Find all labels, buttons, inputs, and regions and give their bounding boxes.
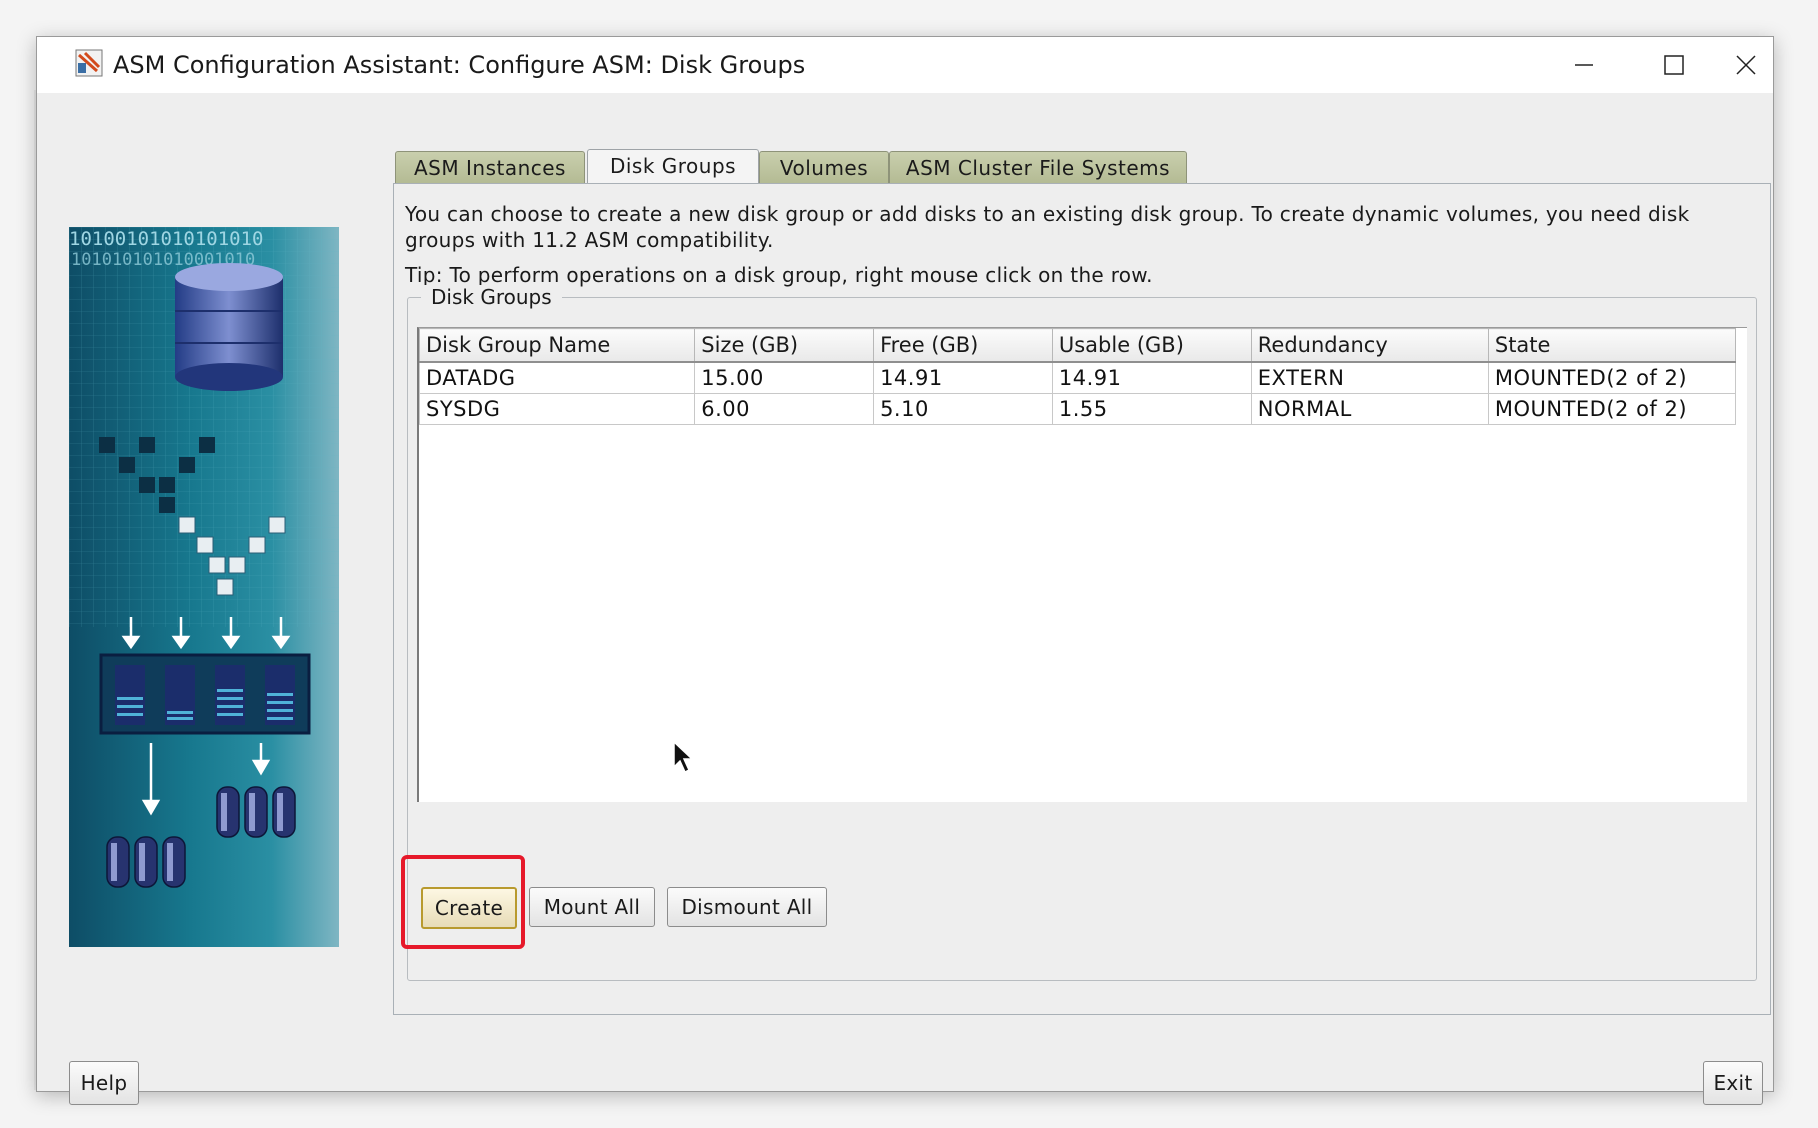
close-icon [1736, 55, 1756, 75]
cell-free: 14.91 [873, 361, 1053, 394]
column-header-size[interactable]: Size (GB) [694, 328, 875, 363]
column-header-state[interactable]: State [1487, 328, 1737, 363]
dismount-all-button[interactable]: Dismount All [667, 887, 827, 927]
cell-redundancy: NORMAL [1250, 393, 1489, 425]
highlight-annotation [401, 855, 525, 949]
disk-groups-table: Disk Group Name Size (GB) Free (GB) Usab… [418, 328, 1737, 425]
cell-size: 15.00 [694, 361, 875, 394]
groupbox-title: Disk Groups [421, 285, 562, 309]
storage-graphic: 10100101010101010 101010101010001010 [69, 227, 339, 888]
cell-free: 5.10 [873, 393, 1053, 425]
help-button[interactable]: Help [69, 1061, 139, 1105]
cell-usable: 1.55 [1051, 393, 1252, 425]
cell-size: 6.00 [694, 393, 875, 425]
cell-disk-group-name: SYSDG [418, 393, 696, 425]
exit-button[interactable]: Exit [1703, 1061, 1763, 1105]
tab-volumes[interactable]: Volumes [759, 151, 889, 184]
disk-groups-table-area: Disk Group Name Size (GB) Free (GB) Usab… [417, 327, 1747, 802]
table-row[interactable]: DATADG 15.00 14.91 14.91 EXTERN MOUNTED(… [418, 361, 1737, 394]
cell-redundancy: EXTERN [1250, 361, 1489, 394]
mount-all-button[interactable]: Mount All [529, 887, 655, 927]
table-header-row: Disk Group Name Size (GB) Free (GB) Usab… [418, 328, 1737, 363]
storage-illustration: 10100101010101010 101010101010001010 [69, 227, 339, 947]
dialog-client-area: 10100101010101010 101010101010001010 ASM… [37, 93, 1773, 1105]
column-header-disk-group-name[interactable]: Disk Group Name [418, 328, 696, 363]
tab-asm-cluster-file-systems[interactable]: ASM Cluster File Systems [889, 151, 1187, 184]
panel-tip: Tip: To perform operations on a disk gro… [405, 263, 1153, 287]
table-row[interactable]: SYSDG 6.00 5.10 1.55 NORMAL MOUNTED(2 of… [418, 393, 1737, 425]
maximize-icon [1664, 55, 1684, 75]
panel-description: You can choose to create a new disk grou… [405, 202, 1690, 252]
cell-state: MOUNTED(2 of 2) [1487, 361, 1737, 394]
column-header-redundancy[interactable]: Redundancy [1250, 328, 1489, 363]
title-bar: ASM Configuration Assistant: Configure A… [37, 37, 1773, 93]
cell-state: MOUNTED(2 of 2) [1487, 393, 1737, 425]
minimize-icon [1575, 64, 1593, 66]
tab-asm-instances[interactable]: ASM Instances [395, 151, 585, 184]
column-header-usable[interactable]: Usable (GB) [1051, 328, 1252, 363]
tab-disk-groups[interactable]: Disk Groups [587, 149, 759, 186]
close-button[interactable] [1719, 37, 1773, 93]
cell-disk-group-name: DATADG [418, 361, 696, 394]
asmca-dialog: ASM Configuration Assistant: Configure A… [36, 36, 1774, 1105]
maximize-button[interactable] [1629, 37, 1719, 93]
cell-usable: 14.91 [1051, 361, 1252, 394]
window-title: ASM Configuration Assistant: Configure A… [113, 51, 806, 79]
column-header-free[interactable]: Free (GB) [873, 328, 1053, 363]
mouse-pointer-icon [673, 741, 694, 774]
oracle-app-icon [75, 49, 103, 77]
minimize-button[interactable] [1539, 37, 1629, 93]
binary-text-1: 10100101010101010 [69, 228, 263, 250]
